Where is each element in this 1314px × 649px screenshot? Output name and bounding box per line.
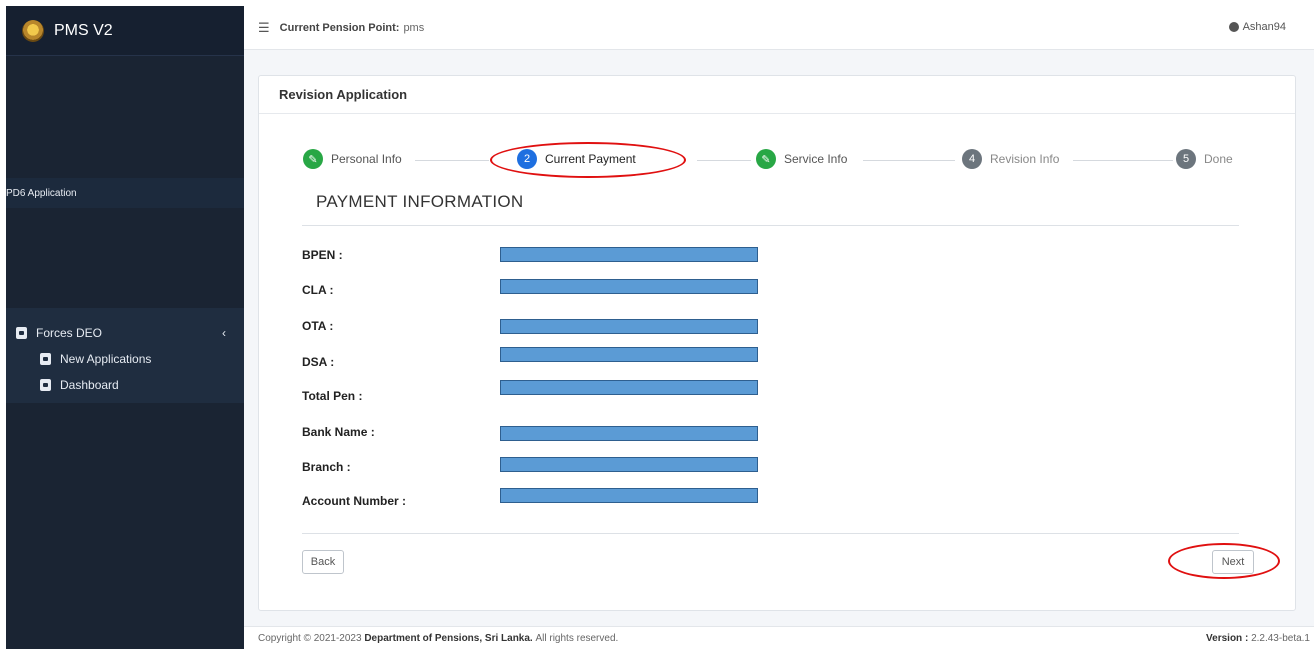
sidebar-item-forces-deo[interactable]: Forces DEO ‹ bbox=[6, 320, 244, 346]
rights-text: All rights reserved. bbox=[535, 632, 619, 644]
pension-point-value: pms bbox=[403, 21, 425, 34]
step-revision-info[interactable]: 4 Revision Info bbox=[962, 149, 1059, 169]
redacted-value-dsa bbox=[500, 347, 758, 362]
user-circle-icon bbox=[1228, 22, 1239, 32]
card-title: Revision Application bbox=[279, 87, 408, 102]
id-card-icon bbox=[40, 353, 51, 365]
redacted-value-total-pen bbox=[500, 380, 758, 395]
version-label: Version : bbox=[1206, 633, 1249, 644]
brand[interactable]: PMS V2 bbox=[6, 6, 244, 56]
sidebar-item-label: Forces DEO bbox=[36, 326, 103, 340]
redacted-value-branch bbox=[500, 457, 758, 472]
copyright-prefix: Copyright © 2021-2023 bbox=[258, 632, 362, 644]
pension-point-label: Current Pension Point: bbox=[279, 21, 400, 34]
card-header: Revision Application bbox=[259, 76, 1295, 114]
section-title: PAYMENT INFORMATION bbox=[316, 192, 524, 211]
step-personal-info[interactable]: ✎ Personal Info bbox=[303, 149, 402, 169]
pencil-icon: ✎ bbox=[303, 149, 323, 169]
back-button[interactable]: Back bbox=[302, 550, 344, 574]
hamburger-menu-icon[interactable]: ☰ bbox=[258, 20, 270, 36]
id-card-icon bbox=[40, 379, 51, 391]
field-label-bpen: BPEN : bbox=[302, 248, 343, 262]
chevron-left-icon: ‹ bbox=[222, 326, 226, 340]
field-label-ota: OTA : bbox=[302, 319, 334, 333]
next-button[interactable]: Next bbox=[1212, 550, 1254, 574]
divider bbox=[302, 533, 1239, 534]
field-label-bank-name: Bank Name : bbox=[302, 425, 375, 439]
user-menu[interactable]: Ashan94 bbox=[1228, 21, 1286, 33]
sidebar-item-label: New Applications bbox=[60, 352, 152, 366]
divider bbox=[302, 225, 1239, 226]
pencil-icon: ✎ bbox=[756, 149, 776, 169]
app-title: PMS V2 bbox=[54, 21, 113, 39]
step-connector bbox=[1073, 160, 1173, 161]
step-service-info[interactable]: ✎ Service Info bbox=[756, 149, 847, 169]
sidebar-section-pd6[interactable]: PD6 Application bbox=[6, 178, 244, 208]
step-label: Revision Info bbox=[990, 152, 1060, 166]
step-label: Personal Info bbox=[331, 152, 402, 166]
organization-link[interactable]: Department of Pensions, Sri Lanka. bbox=[364, 633, 532, 644]
step-done[interactable]: 5 Done bbox=[1176, 149, 1233, 169]
step-connector bbox=[863, 160, 955, 161]
step-number: 4 bbox=[962, 149, 982, 169]
step-number: 2 bbox=[517, 149, 537, 169]
step-connector bbox=[697, 160, 751, 161]
username: Ashan94 bbox=[1242, 21, 1286, 33]
redacted-value-account-number bbox=[500, 488, 758, 503]
version-info: Version : 2.2.43-beta.1 bbox=[1206, 633, 1310, 644]
field-label-cla: CLA : bbox=[302, 283, 334, 297]
field-label-branch: Branch : bbox=[302, 460, 351, 474]
top-navbar: ☰ Current Pension Point: pms Ashan94 bbox=[244, 6, 1314, 50]
redacted-value-cla bbox=[500, 279, 758, 294]
sidebar-section-label: PD6 Application bbox=[6, 187, 77, 199]
emblem-logo-icon bbox=[22, 19, 44, 42]
id-card-icon bbox=[16, 327, 27, 339]
sidebar-item-dashboard[interactable]: Dashboard bbox=[6, 372, 244, 398]
sidebar-menu-group: Forces DEO ‹ New Applications Dashboard bbox=[6, 308, 244, 403]
field-label-dsa: DSA : bbox=[302, 355, 335, 369]
revision-application-card: Revision Application ✎ Personal Info 2 C… bbox=[258, 75, 1296, 611]
footer: Copyright © 2021-2023 Department of Pens… bbox=[244, 626, 1314, 649]
step-label: Current Payment bbox=[545, 152, 636, 166]
redacted-value-ota bbox=[500, 319, 758, 334]
step-number: 5 bbox=[1176, 149, 1196, 169]
redacted-value-bank-name bbox=[500, 426, 758, 441]
step-label: Service Info bbox=[784, 152, 848, 166]
step-current-payment[interactable]: 2 Current Payment bbox=[517, 149, 636, 169]
step-label: Done bbox=[1204, 152, 1233, 166]
field-label-account-number: Account Number : bbox=[302, 494, 407, 508]
step-connector bbox=[415, 160, 489, 161]
version-value: 2.2.43-beta.1 bbox=[1251, 633, 1310, 644]
sidebar-item-label: Dashboard bbox=[60, 378, 119, 392]
sidebar-item-new-applications[interactable]: New Applications bbox=[6, 346, 244, 372]
sidebar: PMS V2 PD6 Application Forces DEO ‹ New … bbox=[6, 6, 244, 649]
field-label-total-pen: Total Pen : bbox=[302, 389, 363, 403]
redacted-value-bpen bbox=[500, 247, 758, 262]
